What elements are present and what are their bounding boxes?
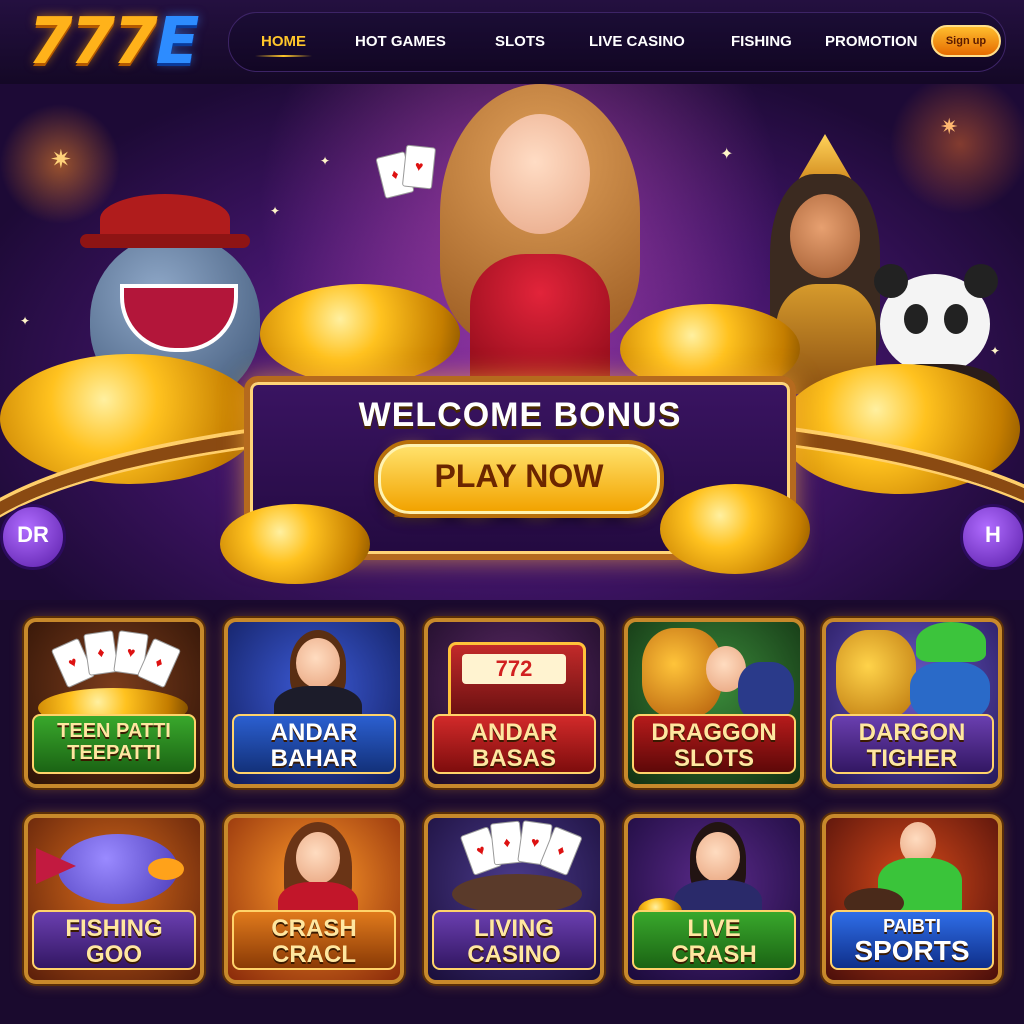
- menu-item-slots[interactable]: SLOTS: [495, 13, 545, 71]
- game-label: LIVING CASINO: [432, 910, 596, 970]
- site-logo[interactable]: 777E: [28, 5, 200, 79]
- game-label: CRASH CRACL: [232, 910, 396, 970]
- game-label: PAIBTI SPORTS: [830, 910, 994, 970]
- game-card-sports[interactable]: PAIBTI SPORTS: [822, 814, 1002, 984]
- game-label: DARGON TIGHER: [830, 714, 994, 774]
- sparkle-icon: ✦: [270, 204, 281, 218]
- gold-coins-image: [220, 504, 370, 584]
- sparkle-icon: ✦: [320, 154, 331, 168]
- game-label: TEEN PATTI TEEPATTI: [32, 714, 196, 774]
- game-card-fishing-goo[interactable]: FISHING GOO: [24, 814, 204, 984]
- sparkle-icon: ✷: [50, 144, 72, 174]
- sparkle-icon: ✦: [720, 146, 734, 163]
- menu-item-live-casino[interactable]: LIVE CASINO: [589, 13, 685, 71]
- menu-item-hot-games[interactable]: HOT GAMES: [355, 13, 446, 71]
- game-card-dragon-slots[interactable]: DRAGGON SLOTS: [624, 618, 804, 788]
- logo-numbers: 777: [28, 5, 158, 79]
- menu-item-fishing[interactable]: FISHING: [731, 13, 792, 71]
- sparkle-icon: ✷: [940, 114, 959, 139]
- hero-banner: ✷ ✦ ✦ ✦ ✷ ✦ ✦ ♦ ♥ WELCOME BONUS: [0, 84, 1024, 600]
- game-card-dragon-tiger[interactable]: DARGON TIGHER: [822, 618, 1002, 788]
- carousel-prev-button[interactable]: DR: [0, 504, 66, 570]
- game-card-andar-bahar[interactable]: ANDAR BAHAR: [224, 618, 404, 788]
- menu-item-promotion[interactable]: PROMOTION: [825, 13, 918, 71]
- playing-card-icon: ♥: [401, 144, 437, 190]
- sparkle-icon: ✦: [20, 314, 31, 328]
- game-label: DRAGGON SLOTS: [632, 714, 796, 774]
- game-label: ANDAR BASAS: [432, 714, 596, 774]
- game-label: LIVE CRASH: [632, 910, 796, 970]
- logo-letter: E: [155, 5, 200, 79]
- signup-button[interactable]: Sign up: [931, 25, 1001, 57]
- carousel-next-button[interactable]: H: [960, 504, 1024, 570]
- main-menu: HOME HOT GAMES SLOTS LIVE CASINO FISHING…: [228, 12, 1006, 72]
- menu-item-home[interactable]: HOME: [255, 13, 312, 71]
- game-card-living-casino[interactable]: ♥ ♦ ♥ ♦ LIVING CASINO: [424, 814, 604, 984]
- top-navigation: 777E HOME HOT GAMES SLOTS LIVE CASINO FI…: [0, 0, 1024, 86]
- game-label: FISHING GOO: [32, 910, 196, 970]
- play-now-button[interactable]: PLAY NOW: [378, 444, 660, 514]
- game-card-live-crash[interactable]: LIVE CRASH: [624, 814, 804, 984]
- game-card-andar-basas[interactable]: 772 ANDAR BASAS: [424, 618, 604, 788]
- gold-coins-image: [660, 484, 810, 574]
- gold-coins-image: [260, 284, 460, 384]
- game-card-teen-patti[interactable]: ♥ ♦ ♥ ♦ TEEN PATTI TEEPATTI: [24, 618, 204, 788]
- game-label: ANDAR BAHAR: [232, 714, 396, 774]
- games-grid: ♥ ♦ ♥ ♦ TEEN PATTI TEEPATTI ANDAR BAHAR …: [0, 600, 1024, 1024]
- game-card-crash-cracl[interactable]: CRASH CRACL: [224, 814, 404, 984]
